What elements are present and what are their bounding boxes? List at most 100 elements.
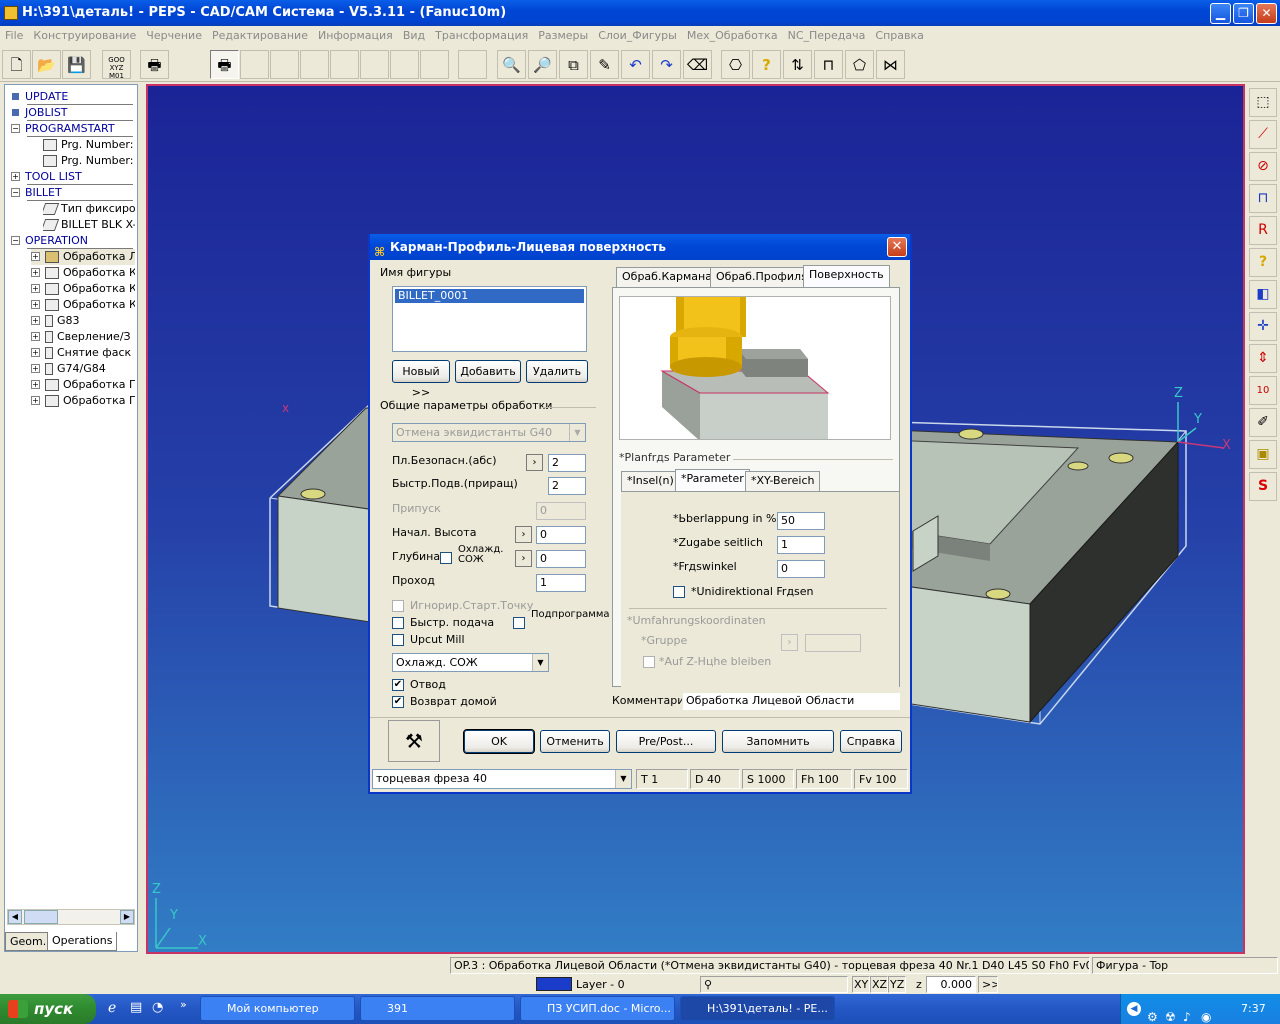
mediaplayer-icon[interactable]: ◔ (152, 1000, 163, 1015)
close-button[interactable]: ✕ (1256, 3, 1277, 24)
layer-color-swatch[interactable] (536, 977, 572, 991)
menu-info[interactable]: Информация (313, 26, 398, 45)
help-button[interactable]: Справка (840, 730, 902, 753)
cutter-comp-select[interactable]: Отмена эквидистанты G40 ▼ (392, 423, 586, 442)
new-button[interactable]: Новый >> (392, 360, 450, 399)
tree-node-operation[interactable]: − OPERATION (9, 233, 135, 249)
expand-icon[interactable]: + (31, 332, 40, 341)
group-pick-button[interactable]: › (781, 634, 798, 651)
tab-surface[interactable]: Поверхность (803, 265, 890, 287)
coord-mode-icon[interactable]: ⚲ (700, 976, 848, 993)
collapse-icon[interactable]: − (11, 188, 20, 197)
expand-icon[interactable]: + (31, 364, 40, 373)
select-window-icon[interactable]: ⬚ (1249, 88, 1277, 117)
view-xz-button[interactable]: XZ (870, 976, 888, 993)
tree-item-op[interactable]: + Обработка К (31, 297, 135, 313)
rapid-input[interactable]: 2 (548, 477, 586, 495)
profile-icon[interactable]: ⊓ (814, 50, 843, 79)
tree-node-update[interactable]: UPDATE (9, 89, 135, 105)
start-height-input[interactable]: 0 (536, 526, 586, 544)
expand-icon[interactable]: + (31, 380, 40, 389)
highlight-icon[interactable]: ✎ (590, 50, 619, 79)
coolant-checkbox[interactable] (440, 552, 452, 564)
undo-icon[interactable]: ↶ (621, 50, 650, 79)
menu-drawing[interactable]: Черчение (141, 26, 207, 45)
help-question-icon[interactable]: ? (752, 50, 781, 79)
add-button[interactable]: Добавить (455, 360, 521, 383)
goto-xyz-icon[interactable]: GOO XYZ M01 (102, 50, 131, 80)
tree-item-prg1[interactable]: Prg. Number: ( (43, 137, 135, 153)
menu-machining[interactable]: Мех_Обработка (682, 26, 783, 45)
ok-button[interactable]: OK (463, 729, 535, 754)
tool-select[interactable]: торцевая фреза 40 ▼ (372, 769, 632, 789)
side-allowance-input[interactable]: 1 (777, 536, 825, 554)
safe-plane-pick-button[interactable]: › (526, 454, 543, 471)
zoom-window-icon[interactable]: 🔎 (528, 50, 557, 79)
eraser-icon[interactable]: ⌫ (683, 50, 712, 79)
radius-icon[interactable]: R (1249, 216, 1277, 245)
scroll-right-icon[interactable]: ▶ (120, 910, 134, 924)
line-icon[interactable]: ⟋ (1249, 120, 1277, 149)
tool-image-button[interactable]: ⚒ (388, 720, 440, 762)
tray-network-icon[interactable]: ⚙ (1147, 1002, 1158, 1024)
tab-geom[interactable]: Geom. (5, 932, 52, 951)
ignore-start-checkbox[interactable] (392, 600, 404, 612)
numbering-icon[interactable]: 10 (1249, 376, 1277, 405)
upcut-checkbox[interactable] (392, 634, 404, 646)
tray-arrow-icon[interactable]: ◀ (1127, 1002, 1141, 1016)
zoom-icon[interactable]: 🔍 (497, 50, 526, 79)
tree-item-op[interactable]: + G74/G84 (31, 361, 135, 377)
tree-item-op[interactable]: + Обработка П (31, 377, 135, 393)
tray-volume-icon[interactable]: ♪ (1183, 1002, 1191, 1024)
tab-operations[interactable]: Operations (47, 932, 118, 951)
save-icon[interactable]: 💾 (62, 50, 91, 79)
list-item[interactable]: BILLET_0001 (395, 289, 584, 303)
point-icon[interactable]: ✛ (1249, 312, 1277, 341)
z-value-field[interactable]: 0.000 (926, 976, 976, 993)
expand-icon[interactable]: + (31, 396, 40, 405)
figure-list[interactable]: BILLET_0001 (392, 286, 587, 352)
empty-toolbar-slot[interactable] (360, 50, 389, 79)
comment-input[interactable]: Обработка Лицевой Области (682, 692, 900, 710)
tree-item-op[interactable]: + Обработка Л (31, 249, 135, 265)
menu-file[interactable]: File (0, 26, 28, 45)
ie-icon[interactable]: ℯ (108, 1000, 116, 1016)
new-file-icon[interactable]: 🗋 (2, 50, 31, 79)
depth-input[interactable]: 0 (536, 550, 586, 568)
start-button[interactable]: пуск (0, 994, 96, 1024)
expand-icon[interactable]: + (31, 268, 40, 277)
tree-node-joblist[interactable]: JOBLIST (9, 105, 135, 121)
return-home-checkbox[interactable]: ✔ (392, 696, 404, 708)
expand-icon[interactable]: + (31, 348, 40, 357)
tree-node-toollist[interactable]: + TOOL LIST (9, 169, 135, 185)
remember-button[interactable]: Запомнить (722, 730, 834, 753)
tree-item-op[interactable]: + Обработка К (31, 265, 135, 281)
safe-plane-input[interactable]: 2 (548, 454, 586, 472)
expand-icon[interactable]: + (31, 284, 40, 293)
print-icon[interactable]: 🖶 (140, 50, 169, 79)
word-icon[interactable]: ▤ (130, 1000, 142, 1015)
maximize-button[interactable]: ❐ (1233, 3, 1254, 24)
expand-icon[interactable]: + (31, 300, 40, 309)
stay-z-checkbox[interactable] (643, 656, 655, 668)
layout-icon[interactable]: ⎔ (721, 50, 750, 79)
horizontal-scrollbar[interactable]: ◀ ▶ (7, 909, 135, 925)
empty-toolbar-slot[interactable] (240, 50, 269, 79)
edit-icon[interactable]: ✐ (1249, 408, 1277, 437)
task-word-doc[interactable]: ПЗ УСИП.doc - Micro... (520, 996, 675, 1021)
minimize-button[interactable]: ▁ (1210, 3, 1231, 24)
unidirectional-checkbox[interactable] (673, 586, 685, 598)
tab-pocket[interactable]: Обраб.Кармана (616, 267, 718, 287)
menu-help[interactable]: Справка (870, 26, 928, 45)
expand-icon[interactable]: + (31, 252, 40, 261)
dimension-icon[interactable]: ⇕ (1249, 344, 1277, 373)
task-peps[interactable]: H:\391\деталь! - PE... (680, 996, 835, 1021)
subprogram-checkbox[interactable] (513, 617, 525, 629)
dialog-close-button[interactable]: ✕ (887, 237, 907, 257)
tree-node-billet[interactable]: − BILLET (9, 185, 135, 201)
redo-icon[interactable]: ↷ (652, 50, 681, 79)
pass-input[interactable]: 1 (536, 574, 586, 592)
circle-icon[interactable]: ⊘ (1249, 152, 1277, 181)
menu-edit[interactable]: Редактирование (207, 26, 313, 45)
empty-toolbar-slot[interactable] (330, 50, 359, 79)
